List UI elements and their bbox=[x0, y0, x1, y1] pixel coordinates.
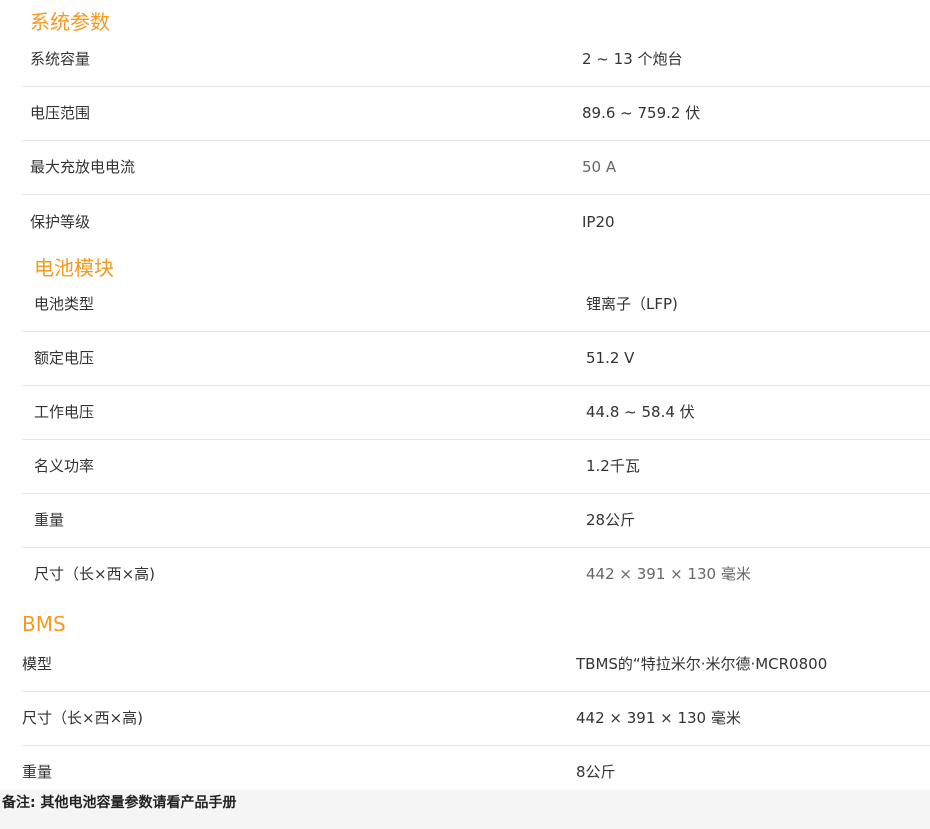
param-value: 28公斤 bbox=[586, 511, 636, 529]
param-value: 89.6 ~ 759.2 伏 bbox=[582, 104, 701, 122]
param-value: 442 × 391 × 130 毫米 bbox=[586, 565, 751, 583]
table-row: 电池类型 锂离子（LFP) bbox=[0, 277, 930, 331]
param-label: 尺寸（长×西×高) bbox=[34, 565, 155, 583]
param-label: 最大充放电电流 bbox=[30, 158, 136, 176]
param-value: 442 × 391 × 130 毫米 bbox=[576, 709, 741, 727]
table-row: 系统容量 2 ~ 13 个炮台 bbox=[0, 32, 930, 86]
footer-note: 备注: 其他电池容量参数请看产品手册 bbox=[2, 795, 237, 811]
table-row: 重量 8公斤 bbox=[0, 745, 930, 795]
param-label: 保护等级 bbox=[30, 213, 91, 231]
table-row: 保护等级 IP20 bbox=[0, 195, 930, 249]
footer-note-bar: 备注: 其他电池容量参数请看产品手册 bbox=[0, 790, 930, 829]
param-label: 系统容量 bbox=[30, 50, 91, 68]
param-label: 额定电压 bbox=[34, 349, 95, 367]
param-value: 44.8 ~ 58.4 伏 bbox=[586, 403, 695, 421]
param-value: TBMS的“特拉米尔·米尔德·MCR0800 bbox=[576, 655, 828, 673]
section-title-system-params: 系统参数 bbox=[30, 10, 110, 34]
param-value: 2 ~ 13 个炮台 bbox=[582, 50, 683, 68]
param-value: 8公斤 bbox=[576, 763, 616, 781]
param-value: 50 A bbox=[582, 158, 617, 176]
param-label: 名义功率 bbox=[34, 457, 95, 475]
param-label: 电压范围 bbox=[30, 104, 91, 122]
table-row: 电压范围 89.6 ~ 759.2 伏 bbox=[0, 86, 930, 140]
table-row: 工作电压 44.8 ~ 58.4 伏 bbox=[0, 385, 930, 439]
param-value: 锂离子（LFP) bbox=[586, 295, 678, 313]
table-row: 尺寸（长×西×高) 442 × 391 × 130 毫米 bbox=[0, 547, 930, 601]
table-row: 重量 28公斤 bbox=[0, 493, 930, 547]
param-label: 工作电压 bbox=[34, 403, 95, 421]
param-value: IP20 bbox=[582, 213, 615, 231]
param-label: 电池类型 bbox=[34, 295, 95, 313]
table-row: 模型 TBMS的“特拉米尔·米尔德·MCR0800 bbox=[0, 637, 930, 691]
param-value: 51.2 V bbox=[586, 349, 635, 367]
section-title-bms: BMS bbox=[22, 612, 66, 636]
param-label: 重量 bbox=[34, 511, 65, 529]
table-row: 最大充放电电流 50 A bbox=[0, 140, 930, 194]
param-label: 模型 bbox=[22, 655, 53, 673]
param-label: 重量 bbox=[22, 763, 53, 781]
table-row: 尺寸（长×西×高) 442 × 391 × 130 毫米 bbox=[0, 691, 930, 745]
param-label: 尺寸（长×西×高) bbox=[22, 709, 143, 727]
param-value: 1.2千瓦 bbox=[586, 457, 640, 475]
table-row: 名义功率 1.2千瓦 bbox=[0, 439, 930, 493]
table-row: 额定电压 51.2 V bbox=[0, 331, 930, 385]
